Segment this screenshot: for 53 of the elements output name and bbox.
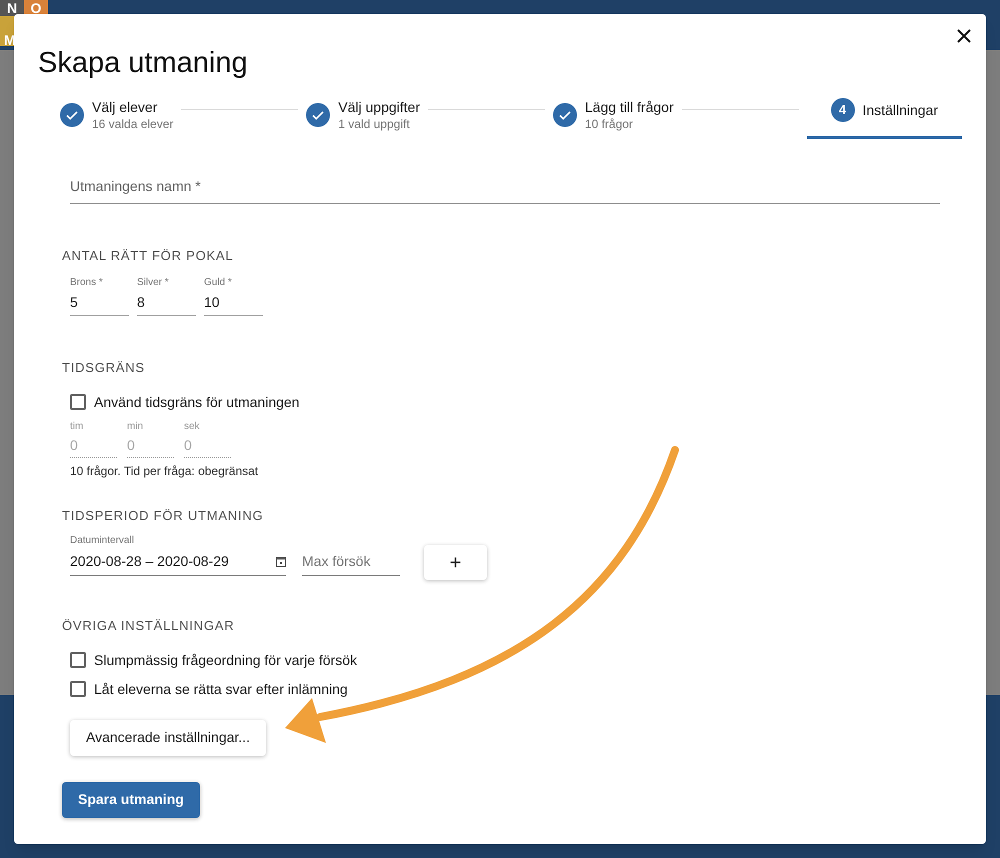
stepper-step[interactable]: 4 Inställningar [806, 98, 962, 138]
section-heading: ANTAL RÄTT FÖR POKAL [62, 246, 234, 264]
calendar-icon[interactable] [276, 556, 286, 567]
field-value: 8 [137, 293, 146, 312]
time-field[interactable]: 0 [184, 434, 231, 458]
stepper-step[interactable]: Välj elever 16 valda elever [60, 98, 174, 146]
number-field[interactable]: Silver * 8 [137, 275, 196, 316]
checkbox[interactable] [70, 652, 86, 668]
time-note: 10 frågor. Tid per fråga: obegränsat [70, 462, 260, 480]
time-field[interactable]: 0 [127, 434, 174, 458]
number-field[interactable]: Brons * 5 [70, 275, 129, 316]
step-label: Lägg till frågor [584, 98, 674, 116]
field-label: tim [70, 420, 84, 434]
field-label: Datumintervall [70, 534, 135, 548]
field-label: Silver * [137, 276, 170, 290]
field-label: Guld * [204, 276, 233, 290]
step-sublabel: 16 valda elever [92, 116, 174, 132]
field-value: 10 [204, 293, 221, 312]
time-field[interactable]: 0 [70, 434, 117, 458]
checkbox[interactable] [70, 681, 86, 697]
date-range-field[interactable]: Datumintervall 2020-08-28 – 2020-08-29 [70, 533, 286, 576]
field-label: Brons * [70, 276, 104, 290]
logo-letter: N [0, 0, 24, 16]
checkbox-label: Använd tidsgräns för utmaningen [94, 392, 300, 412]
stepper-step[interactable]: Välj uppgifter 1 vald uppgift [306, 98, 420, 146]
step-sublabel: 1 vald uppgift [338, 116, 411, 132]
field-label: min [127, 420, 144, 434]
step-sublabel: 10 frågor [584, 116, 634, 132]
step-label: Välj uppgifter [338, 98, 420, 116]
section-heading: TIDSGRÄNS [62, 359, 146, 377]
checkmark-icon [60, 102, 84, 126]
checkbox[interactable] [70, 394, 86, 410]
section-heading: TIDSPERIOD FÖR UTMANING [62, 506, 264, 524]
name-field[interactable]: Utmaningens namn * [70, 170, 940, 204]
field-value: 5 [70, 293, 79, 312]
field-value: 2020-08-28 – 2020-08-29 [70, 552, 229, 571]
checkbox-label: Låt eleverna se rätta svar efter inlämning [94, 680, 348, 699]
checkbox-label: Slumpmässig frågeordning för varje försök [94, 650, 358, 670]
advanced-settings-button[interactable]: Avancerade inställningar... [70, 720, 266, 756]
step-label: Välj elever [92, 98, 158, 116]
max-attempts-field[interactable]: Max försök [302, 548, 400, 576]
step-number: 4 [830, 98, 854, 122]
field-label: sek [184, 420, 201, 434]
step-label: Inställningar [862, 100, 938, 118]
add-button[interactable]: + [424, 545, 487, 580]
checkmark-icon [306, 102, 330, 126]
dialog-title: Skapa utmaning [38, 46, 248, 81]
save-button[interactable]: Spara utmaning [62, 782, 200, 818]
number-field[interactable]: Guld * 10 [204, 275, 263, 316]
checkmark-icon [552, 102, 577, 126]
section-heading: ÖVRIGA INSTÄLLNINGAR [62, 617, 236, 635]
close-icon[interactable] [956, 28, 972, 44]
stepper-step[interactable]: Lägg till frågor 10 frågor [552, 98, 674, 146]
